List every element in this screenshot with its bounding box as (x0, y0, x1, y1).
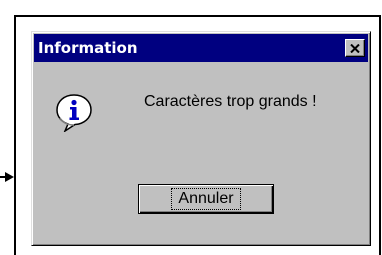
dialog-titlebar: Information (34, 34, 368, 62)
info-icon (56, 94, 92, 132)
dialog-title: Information (38, 39, 138, 57)
close-button[interactable] (345, 39, 365, 57)
information-dialog: Information Caractères trop grands ! Ann… (31, 31, 371, 246)
dialog-message: Caractères trop grands ! (144, 93, 317, 110)
cancel-button[interactable]: Annuler (138, 184, 274, 214)
close-icon (350, 43, 360, 53)
pointer-arrow-head (5, 172, 14, 182)
cancel-button-label: Annuler (171, 188, 241, 210)
